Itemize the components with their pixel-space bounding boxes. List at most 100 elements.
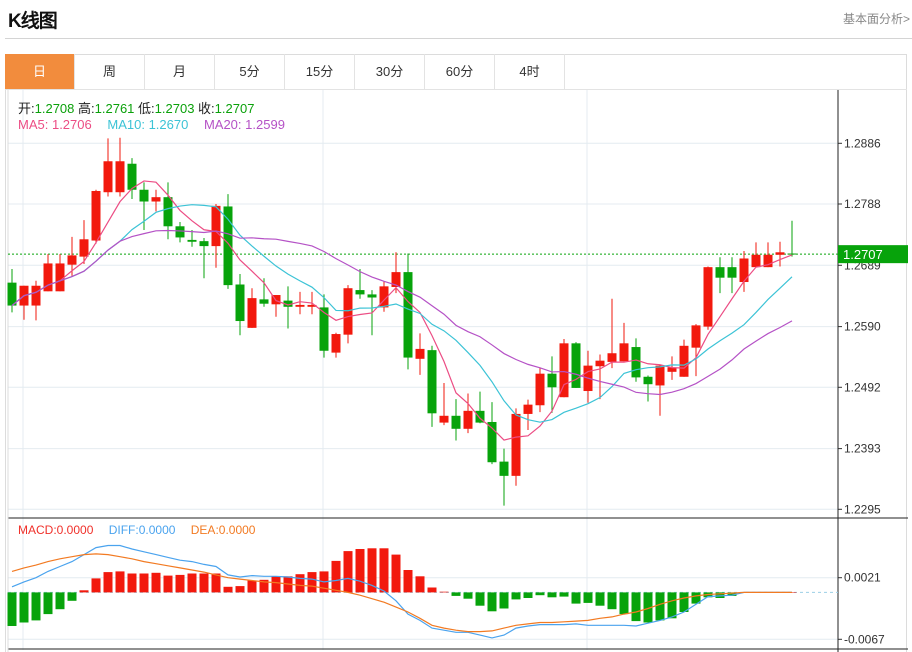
candle	[175, 221, 185, 243]
candle	[235, 273, 245, 336]
macd-bar	[19, 592, 29, 623]
candle-body	[403, 272, 413, 358]
macd-bar	[67, 592, 77, 601]
macd-bar	[343, 551, 353, 593]
candle-body	[523, 404, 533, 414]
macd-bar	[607, 592, 617, 610]
candle	[523, 399, 533, 431]
candle	[211, 203, 221, 268]
candle-body	[727, 267, 737, 278]
candle-body	[595, 360, 605, 367]
ma5-value: 1.2706	[51, 117, 92, 132]
candle-body	[211, 205, 221, 247]
candle-body	[427, 350, 437, 414]
candle-body	[67, 255, 77, 265]
candle-body	[79, 239, 89, 257]
candle-body	[751, 254, 761, 268]
macd-readout: MACD:0.0000 DIFF:0.0000 DEA:0.0000	[18, 523, 255, 537]
candle	[595, 354, 605, 400]
macd-bar	[547, 592, 557, 598]
ma10-label: MA10:	[107, 117, 145, 132]
macd-bar	[499, 592, 509, 609]
candle-body	[499, 461, 509, 476]
candle	[127, 158, 137, 200]
candle	[283, 286, 293, 329]
macd-bar	[403, 570, 413, 593]
macd-y-tick-label: 0.0021	[844, 571, 881, 585]
candle-body	[91, 190, 101, 241]
macd-y-tick-label: -0.0067	[844, 632, 885, 646]
macd-bar	[391, 554, 401, 593]
macd-bar	[667, 592, 677, 619]
candle	[319, 294, 329, 358]
candle	[199, 238, 209, 279]
candle-body	[535, 373, 545, 406]
ma20-label: MA20:	[203, 117, 242, 132]
macd-bar	[439, 591, 449, 593]
macd-bar	[247, 580, 257, 593]
candle-body	[451, 415, 461, 429]
candle	[691, 324, 701, 377]
candle-body	[463, 410, 473, 429]
low-label: 低:	[138, 101, 155, 116]
candle	[439, 382, 449, 426]
open-value: 1.2708	[34, 101, 75, 116]
candle	[19, 285, 29, 320]
candle-body	[775, 252, 785, 255]
candle-body	[295, 304, 305, 307]
candle-body	[607, 353, 617, 362]
candle-body	[787, 253, 797, 255]
candle-body	[163, 197, 173, 227]
macd-bar	[7, 592, 17, 626]
candle-body	[703, 267, 713, 327]
candle-body	[631, 347, 641, 378]
y-tick-label: 1.2295	[844, 502, 881, 516]
diff-value: 0.0000	[138, 523, 176, 537]
macd-bar	[511, 592, 521, 600]
y-tick-label: 1.2492	[844, 380, 881, 394]
candle-body	[331, 334, 341, 353]
macd-bar	[355, 549, 365, 593]
macd-bar	[559, 592, 569, 597]
candle-body	[223, 206, 233, 286]
candle-body	[235, 284, 245, 322]
candle-body	[691, 325, 701, 348]
candle	[511, 408, 521, 486]
candle	[415, 333, 425, 375]
candle-body	[619, 343, 629, 362]
macd-bar	[79, 590, 89, 593]
candle	[331, 332, 341, 358]
candle-body	[439, 415, 449, 423]
dea-value: 0.0000	[218, 523, 256, 537]
ma20-value: 1.2599	[245, 117, 285, 132]
candle	[727, 257, 737, 294]
ma5-line	[11, 180, 793, 441]
macd-bar	[487, 592, 497, 612]
ma5-label: MA5:	[18, 117, 49, 132]
candle	[115, 137, 125, 197]
candle-body	[367, 294, 377, 298]
candle	[607, 298, 617, 369]
candle	[451, 399, 461, 441]
macd-bar	[235, 586, 245, 593]
candle	[499, 448, 509, 506]
candle	[619, 322, 629, 362]
macd-bar	[115, 571, 125, 593]
candle-body	[175, 226, 185, 238]
macd-bar	[271, 576, 281, 593]
candle	[427, 345, 437, 427]
candle	[343, 285, 353, 344]
macd-bar	[55, 592, 65, 610]
candle	[535, 367, 545, 413]
candle-body	[343, 288, 353, 335]
candle-body	[643, 376, 653, 385]
macd-bar	[91, 578, 101, 593]
macd-bar	[475, 592, 485, 606]
candle	[679, 339, 689, 377]
candle	[787, 220, 797, 257]
candle-body	[115, 161, 125, 193]
macd-bar	[415, 576, 425, 593]
macd-bar	[535, 592, 545, 596]
candle	[7, 269, 17, 313]
candle	[247, 288, 257, 328]
